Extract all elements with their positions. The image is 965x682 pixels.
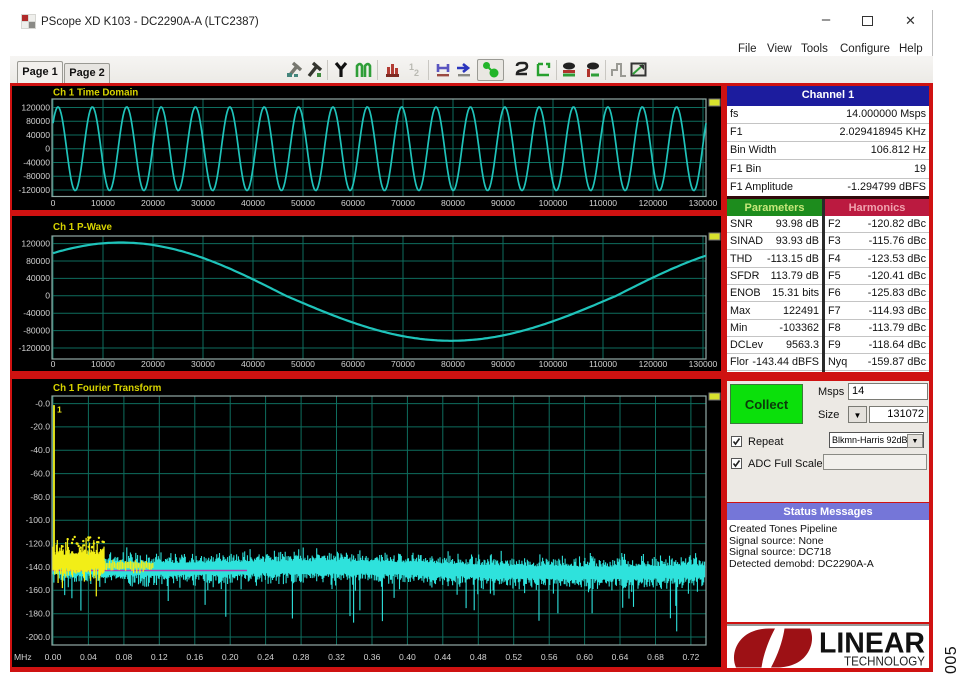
svg-text:0.24: 0.24 bbox=[257, 652, 274, 662]
svg-text:0.00: 0.00 bbox=[45, 652, 62, 662]
svg-text:80000: 80000 bbox=[26, 116, 50, 126]
svg-text:0.32: 0.32 bbox=[328, 652, 345, 662]
svg-text:TECHNOLOGY: TECHNOLOGY bbox=[844, 655, 926, 669]
svg-text:0.72: 0.72 bbox=[683, 652, 700, 662]
svg-text:130000: 130000 bbox=[689, 198, 718, 208]
svg-text:-0.0: -0.0 bbox=[35, 398, 50, 408]
svg-text:80000: 80000 bbox=[441, 359, 465, 369]
svg-text:0.60: 0.60 bbox=[576, 652, 593, 662]
svg-text:0.16: 0.16 bbox=[186, 652, 203, 662]
svg-text:60000: 60000 bbox=[341, 198, 365, 208]
svg-text:120000: 120000 bbox=[21, 102, 50, 112]
svg-text:-120000: -120000 bbox=[18, 343, 50, 353]
svg-text:-120000: -120000 bbox=[18, 185, 50, 195]
svg-text:0.68: 0.68 bbox=[647, 652, 664, 662]
svg-text:Ch 1 Fourier Transform: Ch 1 Fourier Transform bbox=[53, 383, 162, 394]
svg-text:120000: 120000 bbox=[639, 198, 668, 208]
svg-text:100000: 100000 bbox=[539, 359, 568, 369]
svg-text:40000: 40000 bbox=[241, 359, 265, 369]
svg-text:40000: 40000 bbox=[26, 273, 50, 283]
svg-text:-100.0: -100.0 bbox=[26, 515, 51, 525]
svg-text:0.52: 0.52 bbox=[505, 652, 522, 662]
svg-text:0: 0 bbox=[51, 198, 56, 208]
svg-text:0.12: 0.12 bbox=[151, 652, 168, 662]
svg-text:-120.0: -120.0 bbox=[26, 538, 51, 548]
svg-text:40000: 40000 bbox=[241, 198, 265, 208]
svg-text:20000: 20000 bbox=[141, 198, 165, 208]
svg-text:120000: 120000 bbox=[639, 359, 668, 369]
svg-text:0.56: 0.56 bbox=[541, 652, 558, 662]
svg-text:40000: 40000 bbox=[26, 130, 50, 140]
svg-text:20000: 20000 bbox=[141, 359, 165, 369]
svg-text:0.04: 0.04 bbox=[80, 652, 97, 662]
svg-text:2: 2 bbox=[414, 68, 419, 78]
svg-text:-200.0: -200.0 bbox=[26, 632, 51, 642]
svg-text:-20.0: -20.0 bbox=[30, 422, 50, 432]
svg-text:0.20: 0.20 bbox=[222, 652, 239, 662]
svg-text:130000: 130000 bbox=[689, 359, 718, 369]
svg-text:-60.0: -60.0 bbox=[30, 468, 50, 478]
svg-text:50000: 50000 bbox=[291, 198, 315, 208]
svg-text:30000: 30000 bbox=[191, 359, 215, 369]
svg-text:0.08: 0.08 bbox=[116, 652, 133, 662]
svg-text:0.44: 0.44 bbox=[434, 652, 451, 662]
svg-text:-180.0: -180.0 bbox=[26, 609, 51, 619]
svg-text:120000: 120000 bbox=[21, 238, 50, 248]
svg-text:80000: 80000 bbox=[26, 256, 50, 266]
svg-text:-140.0: -140.0 bbox=[26, 562, 51, 572]
svg-text:70000: 70000 bbox=[391, 198, 415, 208]
svg-text:Ch 1 P-Wave: Ch 1 P-Wave bbox=[53, 222, 113, 233]
svg-text:-40.0: -40.0 bbox=[30, 445, 50, 455]
svg-text:10000: 10000 bbox=[91, 359, 115, 369]
svg-text:110000: 110000 bbox=[589, 198, 617, 208]
svg-text:30000: 30000 bbox=[191, 198, 215, 208]
svg-text:-80.0: -80.0 bbox=[30, 492, 50, 502]
svg-text:70000: 70000 bbox=[391, 359, 415, 369]
svg-text:-160.0: -160.0 bbox=[26, 585, 51, 595]
svg-text:0.40: 0.40 bbox=[399, 652, 416, 662]
svg-text:100000: 100000 bbox=[539, 198, 568, 208]
svg-text:0.48: 0.48 bbox=[470, 652, 487, 662]
svg-text:005: 005 bbox=[943, 646, 960, 674]
svg-text:50000: 50000 bbox=[291, 359, 315, 369]
svg-text:Ch 1 Time Domain: Ch 1 Time Domain bbox=[53, 88, 138, 99]
svg-text:-80000: -80000 bbox=[23, 325, 50, 335]
svg-text:0: 0 bbox=[45, 291, 50, 301]
svg-text:-40000: -40000 bbox=[23, 308, 50, 318]
svg-text:90000: 90000 bbox=[491, 198, 515, 208]
svg-text:0.36: 0.36 bbox=[364, 652, 381, 662]
svg-text:MHz: MHz bbox=[14, 652, 32, 662]
svg-text:1: 1 bbox=[57, 405, 62, 415]
svg-text:-80000: -80000 bbox=[23, 171, 50, 181]
svg-text:10000: 10000 bbox=[91, 198, 115, 208]
svg-text:90000: 90000 bbox=[491, 359, 515, 369]
svg-text:110000: 110000 bbox=[589, 359, 617, 369]
svg-text:0.64: 0.64 bbox=[612, 652, 629, 662]
svg-text:-40000: -40000 bbox=[23, 157, 50, 167]
svg-text:60000: 60000 bbox=[341, 359, 365, 369]
svg-text:0: 0 bbox=[51, 359, 56, 369]
svg-text:80000: 80000 bbox=[441, 198, 465, 208]
svg-text:0.28: 0.28 bbox=[293, 652, 310, 662]
svg-text:0: 0 bbox=[45, 144, 50, 154]
